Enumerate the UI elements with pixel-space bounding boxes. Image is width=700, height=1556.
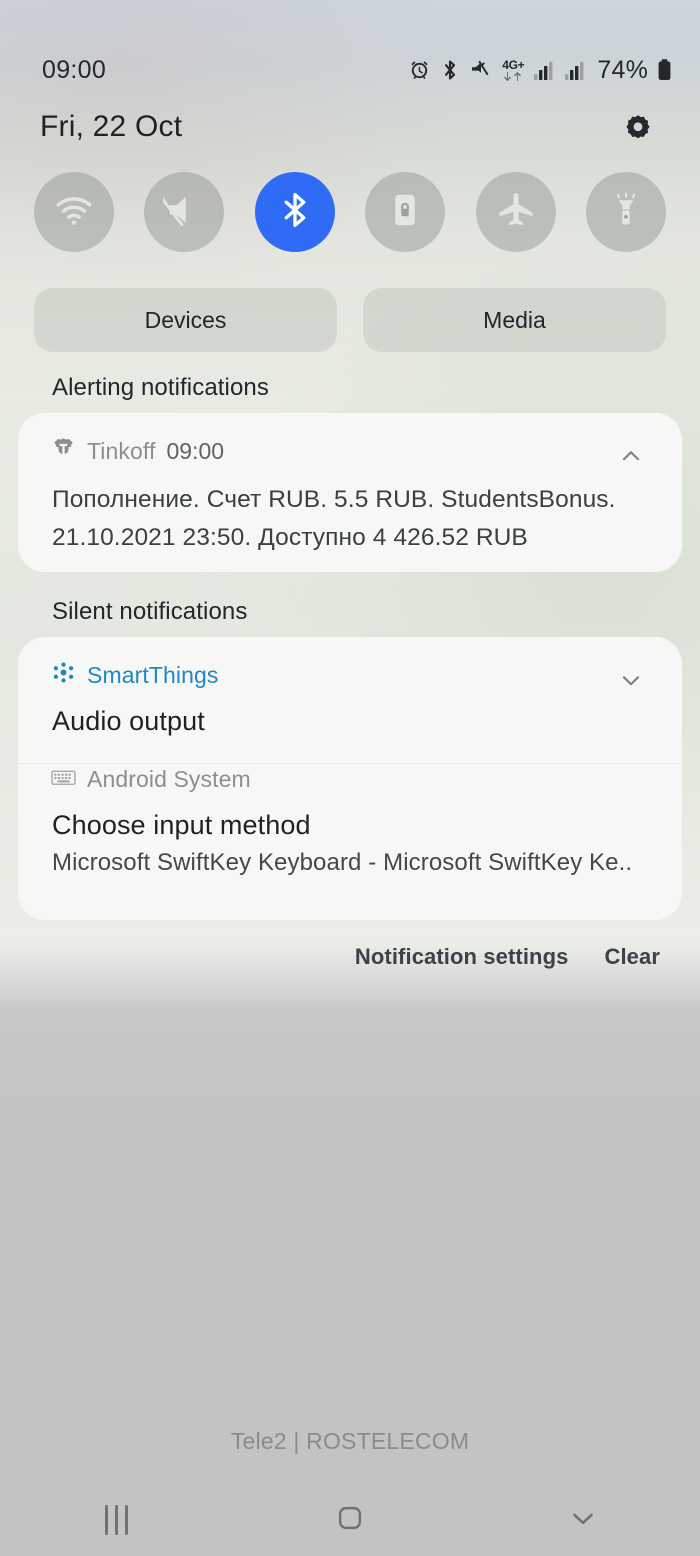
battery-percent-label: 74% [597, 55, 648, 84]
clear-button[interactable]: Clear [604, 944, 660, 970]
status-bar-icons: 4G+ 74% [408, 56, 672, 85]
notification-body-line-2: 21.10.2021 23:50. Доступно 4 426.52 RUB [52, 524, 528, 551]
date-row: Fri, 22 Oct [0, 110, 700, 160]
chevron-up-icon [618, 443, 644, 474]
rotation-lock-icon [384, 189, 426, 236]
toggle-sound[interactable] [144, 172, 225, 252]
status-bar: 09:00 4G+ 74% [0, 48, 700, 92]
flashlight-icon [605, 189, 647, 236]
media-button[interactable]: Media [363, 288, 666, 352]
notification-settings-button[interactable]: Notification settings [355, 944, 569, 970]
quick-settings-toggles [0, 172, 700, 262]
signal-bars-icon-1 [533, 59, 555, 81]
notification-header: Tinkoff 09:00 [18, 413, 682, 466]
devices-button[interactable]: Devices [34, 288, 337, 352]
notification-title: Choose input method [52, 810, 311, 840]
smartthings-icon [51, 660, 76, 690]
toggle-airplane[interactable] [475, 172, 556, 252]
signal-bars-icon-2 [564, 59, 586, 81]
navigation-bar [0, 1484, 700, 1556]
home-icon [334, 1502, 366, 1539]
notification-title: Audio output [52, 706, 205, 736]
alerting-section-header: Alerting notifications [52, 374, 269, 401]
notification-card-silent-group[interactable]: SmartThings Audio output Android System … [18, 637, 682, 920]
notification-header: Android System [18, 766, 682, 793]
notification-app-name: Android System [87, 766, 251, 792]
notification-smartthings[interactable]: SmartThings Audio output [18, 637, 682, 737]
notification-tinkoff[interactable]: Tinkoff 09:00 Пополнение. Счет RUB. 5.5 … [18, 413, 682, 557]
toggle-screen-lock[interactable] [365, 172, 446, 252]
notification-android-system[interactable]: Android System Choose input method Micro… [18, 766, 682, 877]
notification-subtitle: Microsoft SwiftKey Keyboard - Microsoft … [52, 849, 633, 876]
notification-divider [18, 763, 682, 764]
keyboard-icon [51, 768, 76, 792]
bluetooth-icon [274, 189, 316, 236]
toggle-flashlight[interactable] [585, 172, 666, 252]
notification-body: Пополнение. Счет RUB. 5.5 RUB. StudentsB… [18, 466, 682, 557]
bluetooth-icon [440, 58, 460, 82]
silent-section-header: Silent notifications [52, 598, 248, 625]
mute-icon [160, 189, 205, 236]
expand-button-smartthings[interactable] [610, 661, 652, 703]
tinkoff-icon [51, 436, 76, 466]
recents-icon [105, 1505, 129, 1535]
alarm-icon [408, 59, 431, 82]
chevron-down-icon [618, 667, 644, 698]
settings-button[interactable] [616, 108, 660, 152]
back-button[interactable] [467, 1484, 700, 1556]
notification-footer-actions: Notification settings Clear [355, 944, 660, 970]
status-bar-clock: 09:00 [42, 55, 107, 84]
notification-body: Choose input method Microsoft SwiftKey K… [18, 793, 682, 877]
home-button[interactable] [233, 1484, 466, 1556]
chevron-down-icon [566, 1501, 600, 1540]
mute-icon [469, 59, 493, 81]
media-label: Media [483, 306, 546, 333]
notification-time: 09:00 [166, 437, 225, 464]
devices-label: Devices [144, 306, 227, 333]
toggle-wifi[interactable] [34, 172, 114, 252]
airplane-icon [495, 189, 537, 236]
notification-body: Audio output [18, 690, 682, 737]
notification-card-tinkoff[interactable]: Tinkoff 09:00 Пополнение. Счет RUB. 5.5 … [18, 413, 682, 572]
panel-pills: Devices Media [0, 288, 700, 352]
gear-icon [623, 113, 653, 148]
wifi-icon [52, 188, 96, 237]
battery-icon [657, 58, 672, 82]
notification-body-line-1: Пополнение. Счет RUB. 5.5 RUB. StudentsB… [52, 486, 616, 513]
carrier-label: Tele2 | ROSTELECOM [230, 1428, 470, 1454]
notification-header: SmartThings [18, 637, 682, 690]
network-4gplus-icon: 4G+ [502, 59, 525, 82]
toggle-bluetooth[interactable] [254, 172, 335, 252]
notification-app-name: SmartThings [87, 661, 219, 688]
notification-app-name: Tinkoff [87, 437, 156, 464]
collapse-button-tinkoff[interactable] [610, 437, 652, 479]
recents-button[interactable] [0, 1484, 233, 1556]
date-label: Fri, 22 Oct [40, 110, 183, 143]
